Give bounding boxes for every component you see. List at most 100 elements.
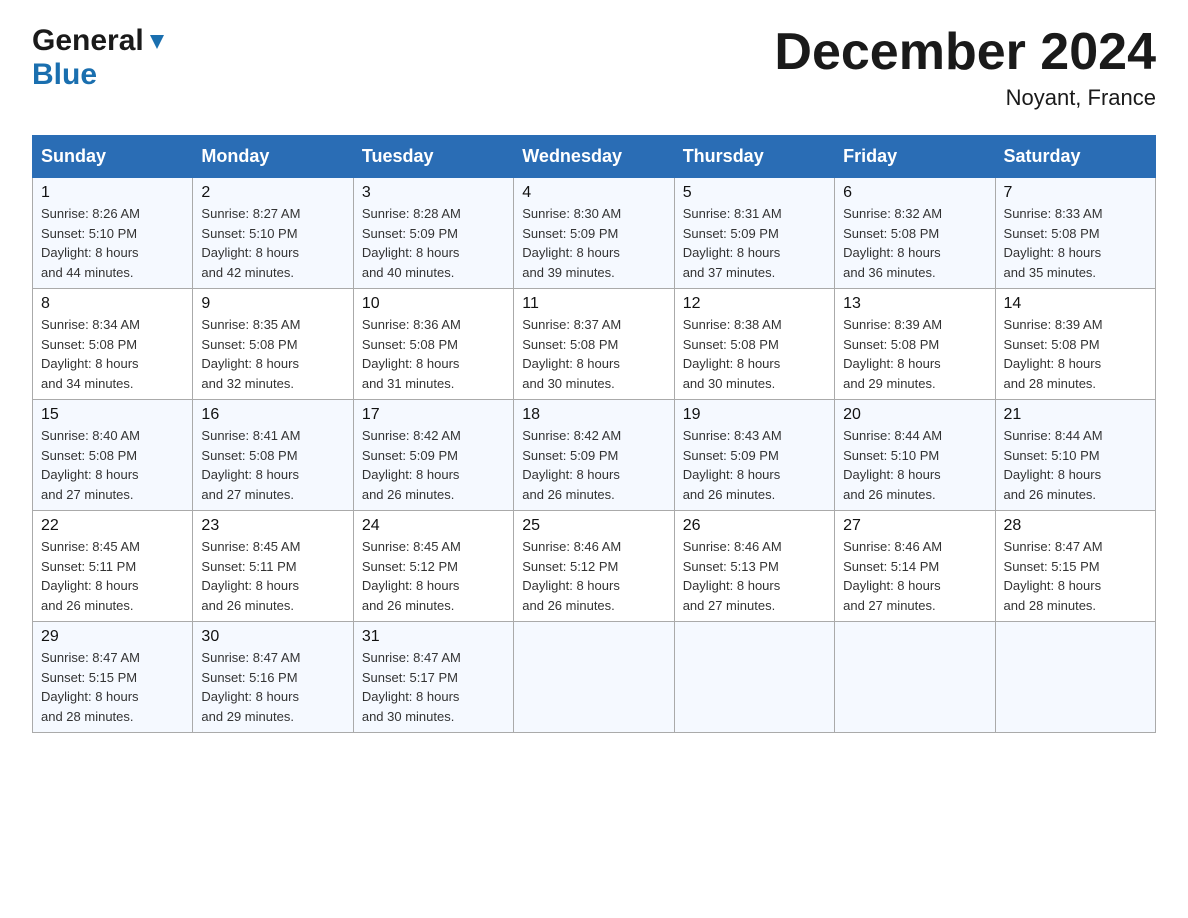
page-header: General Blue December 2024 Noyant, Franc… [32, 24, 1156, 111]
table-row: 7Sunrise: 8:33 AMSunset: 5:08 PMDaylight… [995, 178, 1155, 289]
day-number: 8 [41, 295, 184, 313]
table-row [674, 622, 834, 733]
title-block: December 2024 Noyant, France [774, 24, 1156, 111]
day-info: Sunrise: 8:45 AMSunset: 5:11 PMDaylight:… [201, 537, 344, 615]
month-title: December 2024 [774, 24, 1156, 81]
table-row: 25Sunrise: 8:46 AMSunset: 5:12 PMDayligh… [514, 511, 674, 622]
calendar-week-row: 15 Sunrise: 8:40 AMSunset: 5:08 PMDayligh… [33, 400, 1156, 511]
table-row: 27 Sunrise: 8:46 AMSunset: 5:14 PMDayligh… [835, 511, 995, 622]
table-row: 19Sunrise: 8:43 AMSunset: 5:09 PMDayligh… [674, 400, 834, 511]
day-info: Sunrise: 8:38 AMSunset: 5:08 PMDaylight:… [683, 315, 826, 393]
day-number: 25 [522, 517, 665, 535]
table-row: 20 Sunrise: 8:44 AMSunset: 5:10 PMDayligh… [835, 400, 995, 511]
day-number: 18 [522, 406, 665, 424]
table-row: 5 Sunrise: 8:31 AMSunset: 5:09 PMDaylight… [674, 178, 834, 289]
calendar-header-row: Sunday Monday Tuesday Wednesday Thursday… [33, 136, 1156, 178]
day-number: 15 [41, 406, 184, 424]
col-monday: Monday [193, 136, 353, 178]
table-row: 11 Sunrise: 8:37 AMSunset: 5:08 PMDayligh… [514, 289, 674, 400]
logo-general-text: General [32, 24, 144, 58]
day-info: Sunrise: 8:34 AMSunset: 5:08 PMDaylight:… [41, 315, 184, 393]
table-row: 16Sunrise: 8:41 AMSunset: 5:08 PMDayligh… [193, 400, 353, 511]
day-number: 1 [41, 184, 184, 202]
day-number: 28 [1004, 517, 1147, 535]
table-row: 22Sunrise: 8:45 AMSunset: 5:11 PMDayligh… [33, 511, 193, 622]
day-number: 5 [683, 184, 826, 202]
day-number: 12 [683, 295, 826, 313]
day-number: 31 [362, 628, 505, 646]
location: Noyant, France [774, 85, 1156, 111]
day-info: Sunrise: 8:44 AMSunset: 5:10 PMDaylight:… [1004, 426, 1147, 504]
day-number: 16 [201, 406, 344, 424]
day-info: Sunrise: 8:45 AMSunset: 5:12 PMDaylight:… [362, 537, 505, 615]
table-row: 23Sunrise: 8:45 AMSunset: 5:11 PMDayligh… [193, 511, 353, 622]
day-number: 4 [522, 184, 665, 202]
table-row: 14 Sunrise: 8:39 AMSunset: 5:08 PMDayligh… [995, 289, 1155, 400]
table-row: 18 Sunrise: 8:42 AMSunset: 5:09 PMDayligh… [514, 400, 674, 511]
table-row: 4 Sunrise: 8:30 AMSunset: 5:09 PMDaylight… [514, 178, 674, 289]
day-info: Sunrise: 8:40 AMSunset: 5:08 PMDaylight:… [41, 426, 184, 504]
day-info: Sunrise: 8:42 AMSunset: 5:09 PMDaylight:… [522, 426, 665, 504]
table-row: 24 Sunrise: 8:45 AMSunset: 5:12 PMDayligh… [353, 511, 513, 622]
calendar-week-row: 29Sunrise: 8:47 AMSunset: 5:15 PMDayligh… [33, 622, 1156, 733]
day-info: Sunrise: 8:47 AMSunset: 5:15 PMDaylight:… [1004, 537, 1147, 615]
day-number: 30 [201, 628, 344, 646]
day-number: 11 [522, 295, 665, 313]
day-number: 22 [41, 517, 184, 535]
table-row: 12 Sunrise: 8:38 AMSunset: 5:08 PMDayligh… [674, 289, 834, 400]
table-row: 26 Sunrise: 8:46 AMSunset: 5:13 PMDayligh… [674, 511, 834, 622]
table-row: 21 Sunrise: 8:44 AMSunset: 5:10 PMDayligh… [995, 400, 1155, 511]
day-info: Sunrise: 8:30 AMSunset: 5:09 PMDaylight:… [522, 204, 665, 282]
day-info: Sunrise: 8:39 AMSunset: 5:08 PMDaylight:… [1004, 315, 1147, 393]
table-row: 6 Sunrise: 8:32 AMSunset: 5:08 PMDaylight… [835, 178, 995, 289]
col-wednesday: Wednesday [514, 136, 674, 178]
table-row: 29Sunrise: 8:47 AMSunset: 5:15 PMDayligh… [33, 622, 193, 733]
day-number: 3 [362, 184, 505, 202]
col-sunday: Sunday [33, 136, 193, 178]
day-info: Sunrise: 8:44 AMSunset: 5:10 PMDaylight:… [843, 426, 986, 504]
day-info: Sunrise: 8:31 AMSunset: 5:09 PMDaylight:… [683, 204, 826, 282]
day-info: Sunrise: 8:46 AMSunset: 5:13 PMDaylight:… [683, 537, 826, 615]
day-number: 27 [843, 517, 986, 535]
table-row: 10Sunrise: 8:36 AMSunset: 5:08 PMDayligh… [353, 289, 513, 400]
table-row [514, 622, 674, 733]
day-number: 17 [362, 406, 505, 424]
table-row: 3Sunrise: 8:28 AMSunset: 5:09 PMDaylight… [353, 178, 513, 289]
day-info: Sunrise: 8:32 AMSunset: 5:08 PMDaylight:… [843, 204, 986, 282]
day-number: 9 [201, 295, 344, 313]
table-row: 8 Sunrise: 8:34 AMSunset: 5:08 PMDaylight… [33, 289, 193, 400]
day-info: Sunrise: 8:39 AMSunset: 5:08 PMDaylight:… [843, 315, 986, 393]
day-number: 19 [683, 406, 826, 424]
calendar-table: Sunday Monday Tuesday Wednesday Thursday… [32, 135, 1156, 733]
table-row: 2Sunrise: 8:27 AMSunset: 5:10 PMDaylight… [193, 178, 353, 289]
day-number: 26 [683, 517, 826, 535]
table-row: 31Sunrise: 8:47 AMSunset: 5:17 PMDayligh… [353, 622, 513, 733]
table-row: 1 Sunrise: 8:26 AMSunset: 5:10 PMDaylight… [33, 178, 193, 289]
day-info: Sunrise: 8:37 AMSunset: 5:08 PMDaylight:… [522, 315, 665, 393]
logo-blue-text: Blue [32, 58, 97, 91]
day-info: Sunrise: 8:26 AMSunset: 5:10 PMDaylight:… [41, 204, 184, 282]
day-info: Sunrise: 8:27 AMSunset: 5:10 PMDaylight:… [201, 204, 344, 282]
day-info: Sunrise: 8:35 AMSunset: 5:08 PMDaylight:… [201, 315, 344, 393]
table-row: 30Sunrise: 8:47 AMSunset: 5:16 PMDayligh… [193, 622, 353, 733]
calendar-week-row: 22 Sunrise: 8:45 AMSunset: 5:11 PMDayligh… [33, 511, 1156, 622]
day-number: 14 [1004, 295, 1147, 313]
table-row: 9 Sunrise: 8:35 AMSunset: 5:08 PMDaylight… [193, 289, 353, 400]
day-number: 6 [843, 184, 986, 202]
day-number: 20 [843, 406, 986, 424]
col-tuesday: Tuesday [353, 136, 513, 178]
day-number: 10 [362, 295, 505, 313]
table-row: 13 Sunrise: 8:39 AMSunset: 5:08 PMDayligh… [835, 289, 995, 400]
day-number: 13 [843, 295, 986, 313]
table-row: 17Sunrise: 8:42 AMSunset: 5:09 PMDayligh… [353, 400, 513, 511]
day-number: 24 [362, 517, 505, 535]
col-friday: Friday [835, 136, 995, 178]
day-number: 21 [1004, 406, 1147, 424]
table-row [835, 622, 995, 733]
day-info: Sunrise: 8:46 AMSunset: 5:14 PMDaylight:… [843, 537, 986, 615]
calendar-week-row: 8 Sunrise: 8:34 AMSunset: 5:08 PMDaylight… [33, 289, 1156, 400]
logo: General Blue [32, 24, 168, 92]
col-saturday: Saturday [995, 136, 1155, 178]
day-info: Sunrise: 8:33 AMSunset: 5:08 PMDaylight:… [1004, 204, 1147, 282]
table-row: 28 Sunrise: 8:47 AMSunset: 5:15 PMDayligh… [995, 511, 1155, 622]
